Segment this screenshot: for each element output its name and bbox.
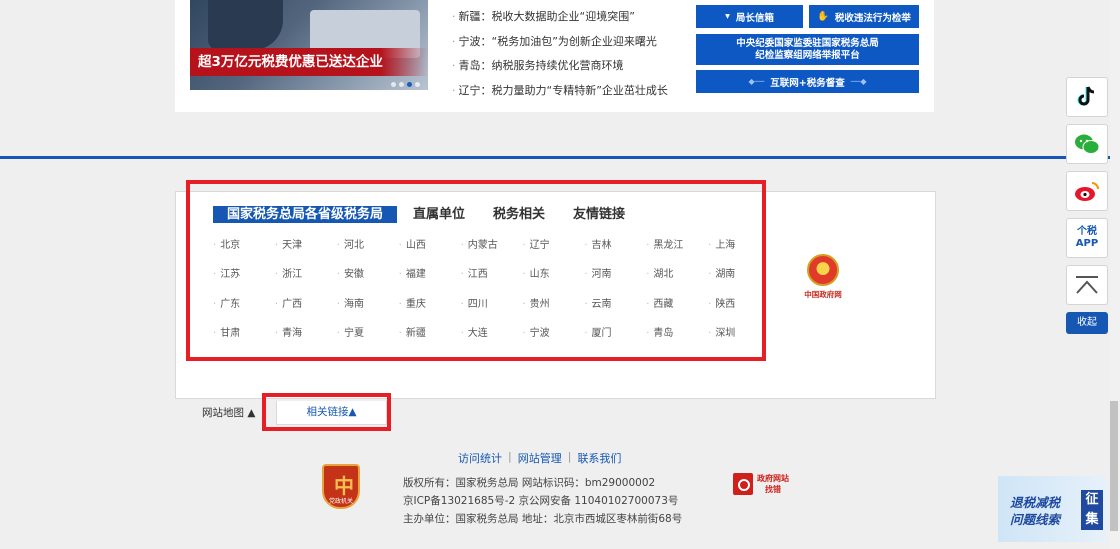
magnifier-icon [733,473,753,495]
footer-links: 访问统计 | 网站管理 | 联系我们 [458,450,621,466]
hand-icon: ✋ [817,11,829,22]
discipline-line1: 中央纪委国家监委驻国家税务总局 [736,37,879,49]
gov-site-label: 政府网站 找错 [757,473,789,495]
banner-dot[interactable] [399,82,404,87]
promo-line2: 问题线索 [1010,512,1061,527]
gov-site-line1: 政府网站 [757,474,789,483]
mailbox-label: 局长信箱 [735,12,774,24]
promo-badge: 征集 [1081,490,1103,530]
gov-website-link[interactable]: 中国政府网 [798,254,848,300]
gov-site-line2: 找错 [765,485,781,494]
footer-link-admin[interactable]: 网站管理 [518,450,562,466]
scrollbar-thumb[interactable] [1110,401,1118,531]
page-scrollbar[interactable] [1110,0,1120,549]
collapse-button[interactable]: 收起 [1066,312,1108,334]
section-divider [0,156,1110,159]
wechat-icon [1075,134,1100,154]
news-item[interactable]: 辽宁：税力量助力“专精特新”企业茁壮成长 [452,79,702,104]
news-banner[interactable]: 超3万亿元税费优惠已送达企业 [190,0,428,90]
footer-link-stats[interactable]: 访问统计 [458,450,502,466]
podium-icon: ▾ [725,11,730,22]
highlight-box-links [186,180,766,361]
report-label: 税收违法行为检举 [834,12,911,24]
tax-app-button[interactable]: 个税 APP [1066,218,1108,258]
news-item[interactable]: 宁波：“税务加油包”为创新企业迎来曙光 [452,30,702,55]
icp-text[interactable]: 京ICP备13021685号-2 京公网安备 11040102700073号 [403,492,682,510]
top-panel: 超3万亿元税费优惠已送达企业 新疆：税收大数据助企业“迎境突围” 宁波：“税务加… [175,0,934,112]
news-list: 新疆：税收大数据助企业“迎境突围” 宁波：“税务加油包”为创新企业迎来曙光 青岛… [452,5,702,103]
badge-glyph-icon: 中 [334,474,354,498]
sitemap-tab[interactable]: 网站地图 ▲ [202,405,255,420]
discipline-report-button[interactable]: 中央纪委国家监委驻国家税务总局 纪检监察组网络举报平台 [696,34,919,65]
badge-text: 党政机关 [328,498,353,505]
footer-link-contact[interactable]: 联系我们 [577,450,621,466]
back-to-top-icon [1076,276,1098,294]
discipline-line2: 纪检监察组网络举报平台 [755,49,860,61]
news-item[interactable]: 新疆：税收大数据助企业“迎境突围” [452,5,702,30]
weibo-icon [1075,182,1099,201]
wechat-button[interactable] [1066,124,1108,164]
copyright-text: 版权所有：国家税务总局 网站标识码：bm29000002 [403,477,656,489]
douyin-button[interactable] [1066,77,1108,117]
promo-text: 退税减税 问题线索 [1010,494,1060,528]
sponsor-text: 主办单位：国家税务总局 地址：北京市西城区枣林前街68号 [403,513,683,525]
app-label-line2: APP [1075,238,1099,249]
tax-clue-promo[interactable]: 退税减税 问题线索 征集 [998,476,1107,542]
gov-site-error-report[interactable]: 政府网站 找错 [733,473,789,495]
director-mailbox-button[interactable]: ▾ 局长信箱 [696,5,803,28]
national-emblem-icon [807,254,839,286]
separator: | [567,450,572,463]
gov-website-label: 中国政府网 [804,290,842,299]
supervision-button[interactable]: ◆── 互联网+税务督查 ──◆ [696,70,919,93]
promo-line1: 退税减税 [1010,495,1061,510]
party-gov-badge[interactable]: 中 党政机关 [322,464,360,509]
app-label-line1: 个税 [1077,226,1097,237]
diamond-icon: ◆── [748,77,765,86]
banner-dots [391,82,420,87]
footer-info: 版权所有：国家税务总局 网站标识码：bm29000002 京ICP备130216… [403,474,682,528]
weibo-button[interactable] [1066,171,1108,211]
tax-violation-report-button[interactable]: ✋ 税收违法行为检举 [809,5,919,28]
douyin-icon [1077,86,1095,106]
highlight-box-related [262,393,391,431]
back-to-top-button[interactable] [1066,265,1108,305]
banner-dot[interactable] [391,82,396,87]
supervision-label: 互联网+税务督查 [770,77,845,89]
banner-dot[interactable] [415,82,420,87]
banner-caption[interactable]: 超3万亿元税费优惠已送达企业 [190,48,428,76]
news-item[interactable]: 青岛：纳税服务持续优化营商环境 [452,54,702,79]
banner-figure [208,0,283,50]
diamond-icon: ──◆ [850,77,867,86]
banner-dot-active[interactable] [407,82,412,87]
separator: | [508,450,512,463]
